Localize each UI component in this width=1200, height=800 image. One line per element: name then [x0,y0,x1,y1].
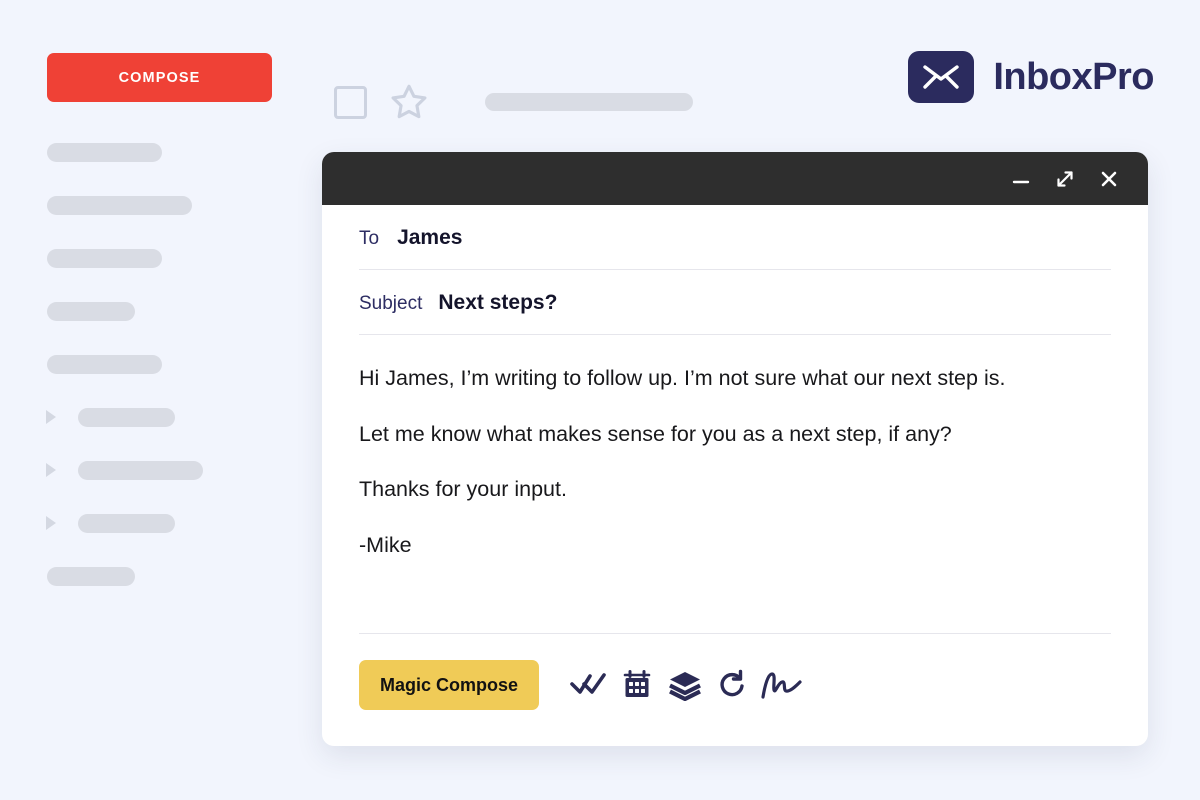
signature-icon [761,672,802,699]
expand-button[interactable] [1048,162,1082,196]
star-icon[interactable] [389,82,429,122]
subject-field-row[interactable]: Subject Next steps? [359,270,1111,335]
sidebar-item-3[interactable] [0,248,320,268]
sidebar-item-8[interactable] [0,513,320,533]
nav-placeholder-7 [78,460,203,480]
nav-placeholder-3 [47,248,162,268]
magic-compose-button[interactable]: Magic Compose [359,660,540,710]
chevron-right-icon[interactable] [46,516,56,530]
sidebar-item-5[interactable] [0,354,320,374]
to-field-row[interactable]: To James [359,205,1111,270]
minimize-icon [1012,180,1030,183]
select-all-checkbox-icon[interactable] [334,85,367,119]
body-paragraph: Let me know what makes sense for you as … [359,421,952,446]
minimize-button[interactable] [1004,162,1038,196]
calendar-button[interactable] [613,663,661,707]
compose-window: To James Subject Next steps? Hi James, I… [322,152,1148,746]
nav-placeholder-1 [47,142,162,162]
nav-placeholder-5 [47,354,162,374]
sidebar-item-4[interactable] [0,301,320,321]
expand-diagonal-icon [1057,170,1073,187]
brand-name: InboxPro [993,55,1154,98]
close-x-icon [1101,171,1117,186]
nav-placeholder-6 [78,407,175,427]
read-receipts-double-check-icon [570,673,606,694]
sidebar-item-9[interactable] [0,566,320,586]
message-list-toolbar [334,82,693,122]
nav-placeholder-9 [47,566,135,586]
templates-button[interactable] [661,663,709,707]
body-paragraph: Thanks for your input. [359,477,567,502]
message-body[interactable]: Hi James, I’m writing to follow up. I’m … [359,335,1111,570]
body-paragraph: -Mike [359,532,412,557]
follow-up-refresh-icon [720,669,744,697]
chevron-right-icon[interactable] [46,410,56,424]
to-label: To [359,228,380,249]
sidebar-item-1[interactable] [0,142,320,162]
read-receipts-button[interactable] [565,663,613,707]
signature-button[interactable] [757,663,805,707]
sidebar-item-2[interactable] [0,195,320,215]
envelope-icon [908,51,975,103]
subject-value[interactable]: Next steps? [438,291,557,315]
follow-up-button[interactable] [709,663,757,707]
nav-placeholder-8 [78,513,175,533]
search-input[interactable] [485,93,693,111]
sidebar-item-6[interactable] [0,407,320,427]
body-paragraph: Hi James, I’m writing to follow up. I’m … [359,366,1006,390]
sidebar-nav-list [0,142,320,619]
compose-tool-icons [565,663,805,707]
chevron-right-icon[interactable] [46,463,56,477]
nav-placeholder-2 [47,195,192,215]
sidebar-item-7[interactable] [0,460,320,480]
calendar-icon [623,670,651,697]
nav-placeholder-4 [47,301,135,321]
compose-button[interactable]: COMPOSE [47,53,272,102]
sidebar: COMPOSE [0,0,320,800]
close-button[interactable] [1092,162,1126,196]
compose-window-titlebar [322,152,1148,205]
templates-layers-icon [669,672,701,701]
to-value[interactable]: James [397,226,462,250]
subject-label: Subject [359,293,423,314]
compose-action-toolbar: Magic Compose [359,633,1111,710]
brand-logo: InboxPro [908,51,1154,103]
